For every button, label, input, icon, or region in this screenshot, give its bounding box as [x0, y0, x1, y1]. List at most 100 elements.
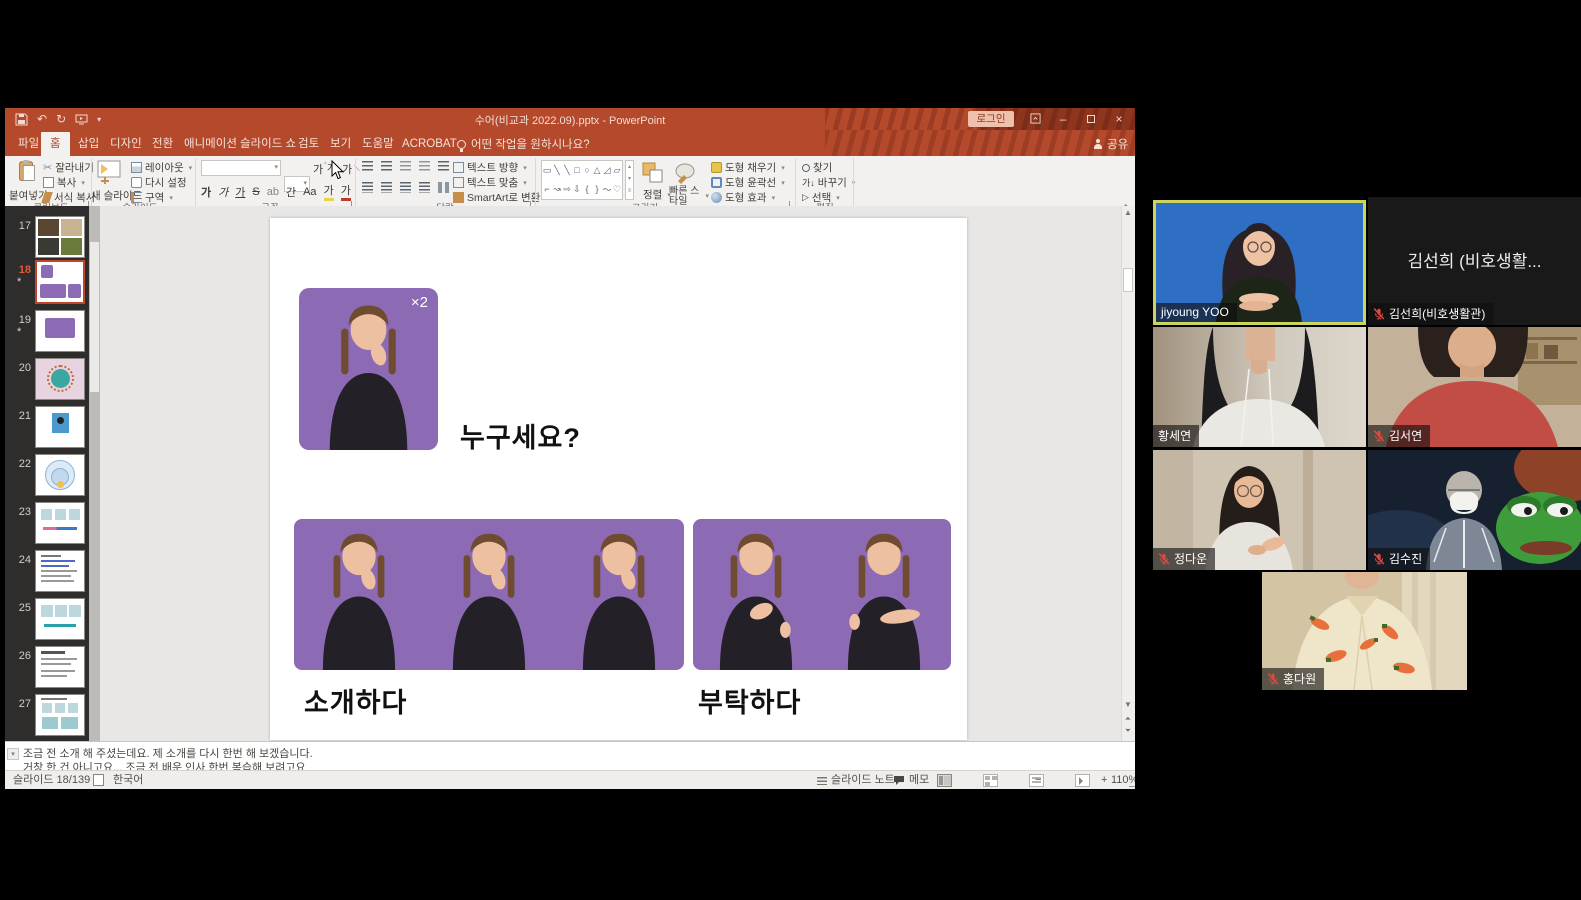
shape-tri-icon[interactable]: △	[594, 165, 601, 176]
bold-button[interactable]: 가	[201, 184, 211, 200]
slide-thumbnail-24[interactable]	[35, 550, 85, 592]
shape-rect-icon[interactable]: □	[574, 165, 579, 175]
zoom-in-button[interactable]: +	[1101, 773, 1107, 788]
tell-me-box[interactable]: 어떤 작업을 원하시나요?	[457, 132, 590, 156]
slide-thumbnail-27[interactable]	[35, 694, 85, 736]
shape-heart-icon[interactable]: ♡	[613, 184, 621, 195]
sign-image-question[interactable]: ×2	[299, 288, 438, 450]
new-slide-button[interactable]	[97, 160, 127, 188]
slide-thumbnail-23[interactable]	[35, 502, 85, 544]
accessibility-icon[interactable]	[93, 774, 104, 786]
shape-outline-button[interactable]: 도형 윤곽선	[711, 175, 785, 190]
slide-scrollbar-thumb[interactable]	[1123, 268, 1133, 292]
restore-button[interactable]	[1077, 108, 1105, 130]
video-tile-hong-dawon[interactable]: 홍다원	[1262, 572, 1467, 690]
justify-icon[interactable]	[419, 182, 430, 193]
language-indicator[interactable]: 한국어	[113, 773, 143, 788]
minimize-button[interactable]: –	[1049, 108, 1077, 130]
shape-arrow3-icon[interactable]: ⇩	[573, 184, 581, 195]
shape-curve-icon[interactable]: ↝	[553, 184, 561, 195]
notes-pane[interactable]: ▾ 조금 전 소개 해 주셨는데요. 제 소개를 다시 한번 해 보겠습니다. …	[5, 741, 1135, 770]
shape-textbox-icon[interactable]: ▭	[543, 165, 552, 176]
increase-indent-icon[interactable]	[419, 161, 430, 172]
numbering-icon[interactable]	[381, 161, 392, 172]
bullets-icon[interactable]	[362, 161, 373, 172]
align-left-icon[interactable]	[362, 182, 373, 193]
slide-sorter-view-button[interactable]	[983, 774, 998, 787]
align-right-icon[interactable]	[400, 182, 411, 193]
title-bar[interactable]: ↶ ↻ ▾ 수어(비교과 2022.09).pptx - PowerPoint …	[5, 108, 1135, 130]
slide-thumbnail-22[interactable]	[35, 454, 85, 496]
shape-effects-button[interactable]: 도형 효과	[711, 190, 775, 205]
slide-thumbnail-18[interactable]	[35, 260, 85, 304]
shape-arrow-icon[interactable]: ╲	[564, 165, 569, 176]
scroll-down-icon[interactable]: ▼	[1123, 700, 1133, 709]
zoom-out-button[interactable]: −	[1035, 773, 1041, 788]
line-spacing-icon[interactable]	[438, 161, 449, 172]
video-tile-jung-dawoon[interactable]: 정다운	[1153, 450, 1366, 570]
shape-arrow2-icon[interactable]: ⇨	[563, 184, 571, 195]
sign-image-request[interactable]	[693, 519, 951, 670]
login-button[interactable]: 로그인	[968, 111, 1014, 127]
close-button[interactable]: ×	[1105, 108, 1133, 130]
video-tile-kim-seoyeon[interactable]: 김서연	[1368, 327, 1581, 447]
cut-button[interactable]: ✂잘라내기	[43, 160, 94, 175]
decrease-indent-icon[interactable]	[400, 161, 411, 172]
slide-thumbnail-25[interactable]	[35, 598, 85, 640]
slide-thumbnail-21[interactable]	[35, 406, 85, 448]
slide-thumbnail-panel[interactable]: 17 18 * 19 * 20	[5, 206, 89, 789]
shape-elbow-icon[interactable]: ⌐	[544, 184, 549, 194]
notes-toggle-button[interactable]: 슬라이드 노트	[817, 773, 895, 788]
share-button[interactable]: 공유	[1093, 132, 1128, 156]
zoom-level[interactable]: 110%	[1111, 773, 1135, 788]
next-slide-icon[interactable]: ⏷	[1123, 726, 1133, 736]
change-case-button[interactable]: Aa	[303, 186, 316, 198]
slide-thumbnail-19[interactable]	[35, 310, 85, 352]
shape-brace-icon[interactable]: {	[585, 184, 588, 194]
slide-thumbnail-20[interactable]	[35, 358, 85, 400]
find-button[interactable]: 찾기	[802, 160, 832, 175]
shape-brace2-icon[interactable]: }	[595, 184, 598, 194]
slide-counter[interactable]: 슬라이드 18/139	[13, 773, 90, 788]
thumbnail-scrollbar[interactable]	[89, 206, 100, 789]
copy-button[interactable]: 복사	[43, 175, 85, 190]
shape-oval-icon[interactable]: ○	[584, 165, 589, 175]
tab-acrobat[interactable]: ACROBAT	[393, 132, 466, 156]
shrink-font-button[interactable]: 가ˇ	[327, 161, 339, 174]
columns-icon[interactable]	[438, 182, 449, 193]
text-shadow-button[interactable]: ab	[267, 186, 279, 198]
slide-thumbnail-26[interactable]	[35, 646, 85, 688]
shape-line-icon[interactable]: ╲	[554, 165, 559, 176]
character-spacing-button[interactable]: 간	[286, 184, 296, 200]
strikethrough-button[interactable]: S	[252, 186, 259, 198]
slide-word-right[interactable]: 부탁하다	[698, 681, 801, 720]
tab-home[interactable]: 홈	[41, 132, 70, 156]
notes-collapse-icon[interactable]: ▾	[7, 748, 19, 760]
shape-scribble-icon[interactable]: 〜	[602, 183, 611, 196]
comments-button[interactable]: 메모	[893, 773, 929, 788]
layout-button[interactable]: 레이아웃	[131, 160, 192, 175]
clear-formatting-button[interactable]: 가⟍	[342, 161, 360, 177]
italic-button[interactable]: 가	[218, 184, 228, 200]
quick-styles-button[interactable]: 빠른 스타일	[669, 187, 709, 207]
normal-view-button[interactable]	[937, 774, 952, 787]
previous-slide-icon[interactable]: ⏶	[1123, 714, 1133, 724]
slide-word-left[interactable]: 소개하다	[304, 681, 407, 720]
replace-button[interactable]: 가↓바꾸기	[802, 175, 855, 190]
ribbon-display-options-icon[interactable]	[1021, 108, 1049, 130]
current-slide[interactable]: ×2 누구세요? 소개하다 부탁하다	[270, 218, 967, 740]
slideshow-view-button[interactable]	[1075, 774, 1090, 787]
font-color-button[interactable]: 가	[341, 182, 351, 201]
shape-rtri-icon[interactable]: ◿	[604, 165, 611, 176]
video-tile-jiyoung-yoo[interactable]: jiyoung YOO	[1153, 200, 1366, 325]
video-tile-kim-sunhee[interactable]: 김선희 (비호생활... 김선희(비호생활관)	[1368, 197, 1581, 325]
font-name-combo[interactable]	[201, 160, 281, 176]
underline-button[interactable]: 가	[235, 184, 245, 200]
shape-fill-button[interactable]: 도형 채우기	[711, 160, 785, 175]
sign-image-introduce[interactable]	[294, 519, 684, 670]
video-tile-kim-sujin[interactable]: 김수진	[1368, 450, 1581, 570]
align-text-button[interactable]: 텍스트 맞춤	[453, 175, 527, 190]
slide-thumbnail-17[interactable]	[35, 216, 85, 258]
highlight-color-button[interactable]: 가	[324, 182, 334, 201]
slide-editing-area[interactable]: ×2 누구세요? 소개하다 부탁하다	[100, 206, 1126, 789]
